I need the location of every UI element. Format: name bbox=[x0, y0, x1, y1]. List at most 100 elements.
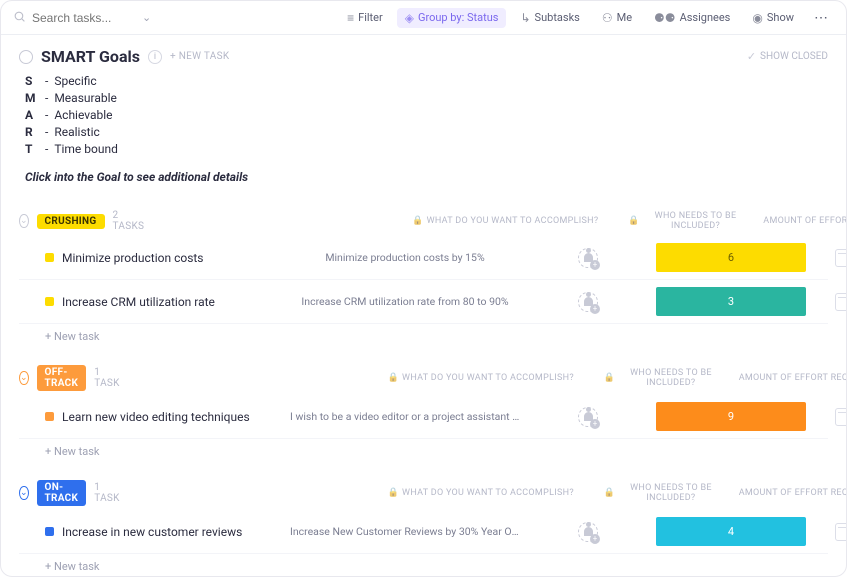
task-row[interactable]: Increase CRM utilization rate Increase C… bbox=[19, 280, 828, 324]
search-wrap[interactable]: ⌄ bbox=[13, 10, 173, 26]
task-row[interactable]: Learn new video editing techniques I wis… bbox=[19, 395, 828, 439]
calendar-icon[interactable] bbox=[835, 523, 846, 541]
page-title: SMART Goals bbox=[41, 47, 140, 66]
due-cell[interactable] bbox=[814, 408, 846, 426]
due-cell[interactable] bbox=[814, 293, 846, 311]
effort-cell[interactable]: 4 bbox=[656, 517, 806, 546]
group-header: ⌄ ON-TRACK 1 TASK 🔒WHAT DO YOU WANT TO A… bbox=[19, 476, 828, 510]
task-row[interactable]: Minimize production costs Minimize produ… bbox=[19, 236, 828, 280]
add-assignee-icon[interactable] bbox=[578, 292, 598, 312]
smart-word: Achievable bbox=[54, 108, 112, 122]
smart-word: Time bound bbox=[54, 142, 118, 156]
lock-icon: 🔒 bbox=[604, 373, 616, 383]
task-row[interactable]: Increase in new customer reviews Increas… bbox=[19, 510, 828, 554]
status-chip[interactable]: ON-TRACK bbox=[37, 480, 87, 506]
status-circle-icon[interactable] bbox=[19, 50, 33, 64]
task-name[interactable]: Increase in new customer reviews bbox=[62, 525, 282, 539]
lock-icon: 🔒 bbox=[388, 373, 400, 383]
more-menu[interactable]: ⋯ bbox=[808, 10, 834, 26]
due-cell[interactable] bbox=[814, 523, 846, 541]
status-chip[interactable]: CRUSHING bbox=[37, 214, 105, 229]
group-crushing: ⌄ CRUSHING 2 TASKS 🔒WHAT DO YOU WANT TO … bbox=[19, 206, 828, 343]
assignee-cell[interactable] bbox=[528, 248, 648, 268]
collapse-icon[interactable]: ⌄ bbox=[19, 371, 29, 385]
assignees-label: Assignees bbox=[680, 11, 731, 24]
smart-letter: R bbox=[25, 125, 39, 139]
smart-row: S-Specific bbox=[25, 74, 828, 88]
status-square-icon[interactable] bbox=[45, 412, 54, 421]
subtasks-label: Subtasks bbox=[535, 11, 580, 24]
assignees-button[interactable]: ⚈⚈ Assignees bbox=[646, 8, 738, 28]
add-assignee-icon[interactable] bbox=[578, 407, 598, 427]
info-icon[interactable]: i bbox=[148, 50, 162, 64]
lock-icon: 🔒 bbox=[604, 488, 616, 498]
eye-icon: ◉ bbox=[752, 11, 762, 25]
smart-row: M-Measurable bbox=[25, 91, 828, 105]
calendar-icon[interactable] bbox=[835, 249, 846, 267]
collapse-icon[interactable]: ⌄ bbox=[19, 486, 29, 500]
filter-icon: ≡ bbox=[347, 11, 354, 25]
smart-row: A-Achievable bbox=[25, 108, 828, 122]
new-task-link[interactable]: + New task bbox=[19, 324, 828, 343]
instruction: Click into the Goal to see additional de… bbox=[25, 170, 828, 184]
col-who: 🔒WHO NEEDS TO BE INCLUDED? bbox=[604, 368, 724, 388]
smart-letter: A bbox=[25, 108, 39, 122]
search-input[interactable] bbox=[32, 11, 132, 25]
group-ontrack: ⌄ ON-TRACK 1 TASK 🔒WHAT DO YOU WANT TO A… bbox=[19, 476, 828, 573]
subtasks-button[interactable]: ↳Subtasks bbox=[512, 8, 587, 28]
task-name[interactable]: Increase CRM utilization rate bbox=[62, 295, 282, 309]
people-icon: ⚈⚈ bbox=[654, 11, 676, 25]
effort-cell[interactable]: 9 bbox=[656, 402, 806, 431]
show-closed-button[interactable]: ✓SHOW CLOSED bbox=[747, 50, 828, 63]
group-by-button[interactable]: ◈Group by: Status bbox=[397, 8, 507, 28]
chevron-down-icon[interactable]: ⌄ bbox=[142, 11, 151, 24]
filter-label: Filter bbox=[358, 11, 383, 24]
new-task-link[interactable]: + New task bbox=[19, 554, 828, 573]
effort-value: 4 bbox=[656, 517, 806, 546]
lock-icon: 🔒 bbox=[388, 488, 400, 498]
task-name[interactable]: Learn new video editing techniques bbox=[62, 410, 282, 424]
show-button[interactable]: ◉ Show bbox=[744, 8, 802, 28]
add-assignee-icon[interactable] bbox=[578, 248, 598, 268]
lock-icon: 🔒 bbox=[628, 216, 640, 226]
smart-letter: M bbox=[25, 91, 39, 105]
task-desc: I wish to be a video editor or a project… bbox=[290, 410, 520, 423]
smart-word: Specific bbox=[54, 74, 96, 88]
lock-icon: 🔒 bbox=[412, 216, 424, 226]
status-square-icon[interactable] bbox=[45, 253, 54, 262]
show-label: Show bbox=[767, 11, 794, 24]
col-effort: AMOUNT OF EFFORT REQUIRED bbox=[756, 216, 846, 226]
person-icon: ⚇ bbox=[602, 11, 613, 25]
effort-cell[interactable]: 6 bbox=[656, 243, 806, 272]
new-task-link[interactable]: + New task bbox=[19, 439, 828, 458]
effort-cell[interactable]: 3 bbox=[656, 287, 806, 316]
show-closed-label: SHOW CLOSED bbox=[760, 51, 828, 62]
topbar: ⌄ ≡ Filter ◈Group by: Status ↳Subtasks ⚇ M… bbox=[1, 1, 846, 35]
col-who: 🔒WHO NEEDS TO BE INCLUDED? bbox=[604, 483, 724, 503]
status-square-icon[interactable] bbox=[45, 527, 54, 536]
me-label: Me bbox=[617, 11, 632, 24]
task-desc: Minimize production costs by 15% bbox=[290, 251, 520, 264]
calendar-icon[interactable] bbox=[835, 293, 846, 311]
task-desc: Increase CRM utilization rate from 80 to… bbox=[290, 295, 520, 308]
new-task-header[interactable]: + NEW TASK bbox=[170, 51, 229, 62]
smart-word: Realistic bbox=[54, 125, 99, 139]
title-row: SMART Goals i + NEW TASK ✓SHOW CLOSED bbox=[19, 47, 828, 66]
status-chip[interactable]: OFF-TRACK bbox=[37, 365, 87, 391]
filter-button[interactable]: ≡ Filter bbox=[339, 8, 391, 28]
col-accomplish: 🔒WHAT DO YOU WANT TO ACCOMPLISH? bbox=[366, 373, 596, 383]
status-square-icon[interactable] bbox=[45, 297, 54, 306]
group-by-label: Group by: Status bbox=[418, 11, 499, 24]
task-desc: Increase New Customer Reviews by 30% Yea… bbox=[290, 525, 520, 538]
task-count: 2 TASKS bbox=[113, 210, 145, 232]
assignee-cell[interactable] bbox=[528, 292, 648, 312]
task-name[interactable]: Minimize production costs bbox=[62, 251, 282, 265]
group-offtrack: ⌄ OFF-TRACK 1 TASK 🔒WHAT DO YOU WANT TO … bbox=[19, 361, 828, 458]
calendar-icon[interactable] bbox=[835, 408, 846, 426]
assignee-cell[interactable] bbox=[528, 407, 648, 427]
collapse-icon[interactable]: ⌄ bbox=[19, 214, 29, 228]
assignee-cell[interactable] bbox=[528, 522, 648, 542]
me-button[interactable]: ⚇ Me bbox=[594, 8, 640, 28]
due-cell[interactable] bbox=[814, 249, 846, 267]
add-assignee-icon[interactable] bbox=[578, 522, 598, 542]
